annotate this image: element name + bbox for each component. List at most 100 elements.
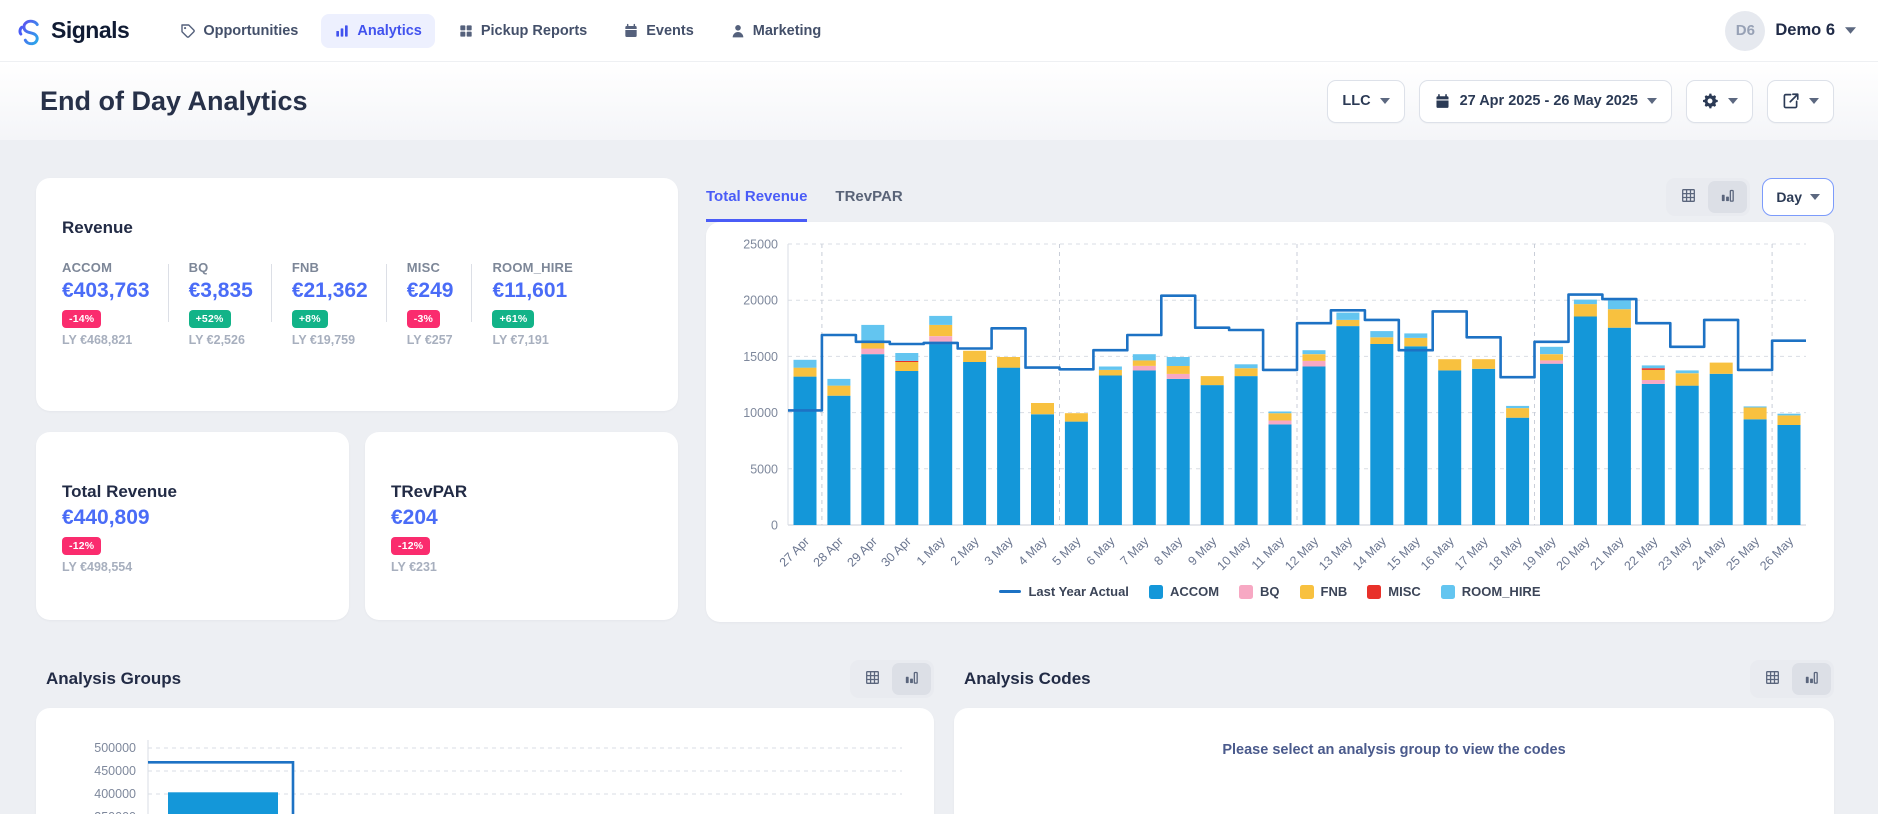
- codes-chart-view-button[interactable]: [1792, 663, 1831, 695]
- revenue-metric-bq: BQ €3,835 +52% LY €2,526: [188, 260, 271, 347]
- chevron-down-icon: [1728, 98, 1738, 104]
- svg-text:11 May: 11 May: [1249, 534, 1288, 573]
- chart-view-button[interactable]: [1708, 181, 1748, 213]
- revenue-card: Revenue ACCOM €403,763 -14% LY €468,821 BQ €3…: [36, 178, 678, 411]
- svg-text:23 May: 23 May: [1655, 534, 1694, 573]
- svg-text:450000: 450000: [94, 764, 136, 778]
- revenue-chart[interactable]: 0 5000 10000 15000 20000 25000 27 Apr28 Apr29 …: [718, 230, 1818, 582]
- table-view-button[interactable]: [1669, 181, 1708, 213]
- svg-text:10000: 10000: [743, 406, 778, 420]
- svg-text:20 May: 20 May: [1554, 534, 1593, 573]
- legend-swatch: [1440, 584, 1455, 599]
- user-menu[interactable]: D6 Demo 6: [1725, 10, 1856, 51]
- svg-text:400000: 400000: [94, 787, 136, 801]
- chart-panel-head: Total Revenue TRevPAR Day: [706, 178, 1834, 222]
- entity-select-button[interactable]: LLC: [1327, 79, 1405, 123]
- date-range-button[interactable]: 27 Apr 2025 - 26 May 2025: [1418, 79, 1672, 123]
- groups-view-toggle: [850, 660, 934, 698]
- nav-item-label: Pickup Reports: [480, 22, 588, 39]
- legend-label: ACCOM: [1169, 584, 1220, 599]
- svg-text:19 May: 19 May: [1520, 534, 1559, 573]
- legend-item-room-hire[interactable]: ROOM_HIRE: [1440, 584, 1541, 599]
- summary-value: €204: [391, 506, 438, 529]
- svg-text:3 May: 3 May: [982, 534, 1016, 568]
- kpi-column: Revenue ACCOM €403,763 -14% LY €468,821 BQ €3…: [36, 178, 678, 622]
- revenue-metric-fnb: FNB €21,362 +8% LY €19,759: [291, 260, 386, 347]
- svg-text:30 Apr: 30 Apr: [878, 534, 913, 569]
- bar-chart-icon: [334, 23, 350, 39]
- metric-ly: LY €7,191: [492, 333, 549, 347]
- nav-item-analytics[interactable]: Analytics: [321, 13, 435, 48]
- analysis-groups-chart[interactable]: 500000450000400000350000300000250000: [56, 718, 912, 814]
- column-chart-icon: [903, 669, 920, 689]
- nav-item-marketing[interactable]: Marketing: [717, 14, 835, 48]
- table-icon: [864, 669, 881, 689]
- legend-item-last-year-actual[interactable]: Last Year Actual: [999, 584, 1129, 599]
- metric-label: ROOM_HIRE: [492, 260, 573, 275]
- analysis-codes-title: Analysis Codes: [964, 669, 1091, 688]
- view-toggle: [1666, 178, 1751, 216]
- svg-text:15 May: 15 May: [1384, 534, 1423, 573]
- brand-logo[interactable]: Signals: [14, 15, 130, 46]
- legend-item-fnb[interactable]: FNB: [1299, 584, 1347, 599]
- svg-text:4 May: 4 May: [1016, 534, 1050, 568]
- calendar-icon: [1434, 93, 1451, 110]
- nav-item-pickup-reports[interactable]: Pickup Reports: [445, 14, 600, 48]
- summary-row: Total Revenue €440,809 -12% LY €498,554 …: [36, 432, 678, 620]
- tab-total-revenue[interactable]: Total Revenue: [706, 188, 808, 222]
- analysis-codes-head: Analysis Codes: [954, 658, 1834, 708]
- table-icon: [1680, 187, 1697, 207]
- svg-text:15000: 15000: [743, 350, 778, 364]
- metric-value: €249: [406, 279, 454, 302]
- svg-text:6 May: 6 May: [1084, 534, 1118, 568]
- metric-divider: [471, 264, 473, 322]
- user-name: Demo 6: [1775, 21, 1835, 39]
- metric-ly: LY €19,759: [291, 333, 356, 347]
- groups-table-view-button[interactable]: [853, 663, 892, 695]
- total-revenue-card: Total Revenue €440,809 -12% LY €498,554: [36, 432, 349, 620]
- svg-text:16 May: 16 May: [1418, 534, 1457, 573]
- svg-text:8 May: 8 May: [1151, 534, 1185, 568]
- header-controls: LLC 27 Apr 2025 - 26 May 2025: [1327, 79, 1834, 123]
- svg-text:2 May: 2 May: [948, 534, 982, 568]
- analysis-groups-title: Analysis Groups: [46, 669, 182, 688]
- revenue-card-title: Revenue: [62, 218, 133, 237]
- metric-change-badge: +61%: [492, 310, 535, 328]
- svg-text:21 May: 21 May: [1588, 534, 1627, 573]
- codes-table-view-button[interactable]: [1753, 663, 1792, 695]
- summary-ly: LY €498,554: [62, 560, 133, 574]
- legend-swatch: [1239, 584, 1254, 599]
- svg-text:28 Apr: 28 Apr: [811, 534, 846, 569]
- groups-chart-view-button[interactable]: [892, 663, 931, 695]
- legend-item-accom[interactable]: ACCOM: [1148, 584, 1220, 599]
- tab-trevpar[interactable]: TRevPAR: [835, 188, 902, 222]
- gear-icon: [1701, 92, 1719, 110]
- metric-divider: [270, 264, 272, 322]
- analysis-groups-head: Analysis Groups: [36, 658, 934, 708]
- legend-swatch: [1299, 584, 1314, 599]
- svg-text:0: 0: [771, 519, 778, 533]
- legend-label: BQ: [1260, 584, 1280, 599]
- legend-item-bq[interactable]: BQ: [1239, 584, 1280, 599]
- svg-text:18 May: 18 May: [1486, 534, 1525, 573]
- metric-label: ACCOM: [62, 260, 113, 275]
- nav-item-opportunities[interactable]: Opportunities: [167, 14, 311, 48]
- legend-item-misc[interactable]: MISC: [1367, 584, 1421, 599]
- settings-button[interactable]: [1686, 79, 1753, 123]
- svg-text:25000: 25000: [743, 238, 778, 252]
- nav-item-events[interactable]: Events: [610, 14, 707, 48]
- svg-text:13 May: 13 May: [1316, 534, 1355, 573]
- avatar: D6: [1725, 10, 1766, 51]
- export-share-button[interactable]: [1767, 79, 1834, 123]
- chevron-down-icon: [1809, 98, 1819, 104]
- svg-text:350000: 350000: [94, 810, 136, 814]
- metric-divider: [385, 264, 387, 322]
- metric-label: FNB: [291, 260, 320, 275]
- granularity-select[interactable]: Day: [1762, 178, 1834, 216]
- calendar-icon: [623, 23, 639, 39]
- page-title: End of Day Analytics: [40, 85, 308, 116]
- analysis-groups-panel: Analysis Groups 500000 450000 400000 350000…: [36, 658, 934, 814]
- metric-label: BQ: [188, 260, 209, 275]
- brand-name: Signals: [51, 17, 130, 43]
- metric-change-badge: -3%: [406, 310, 441, 328]
